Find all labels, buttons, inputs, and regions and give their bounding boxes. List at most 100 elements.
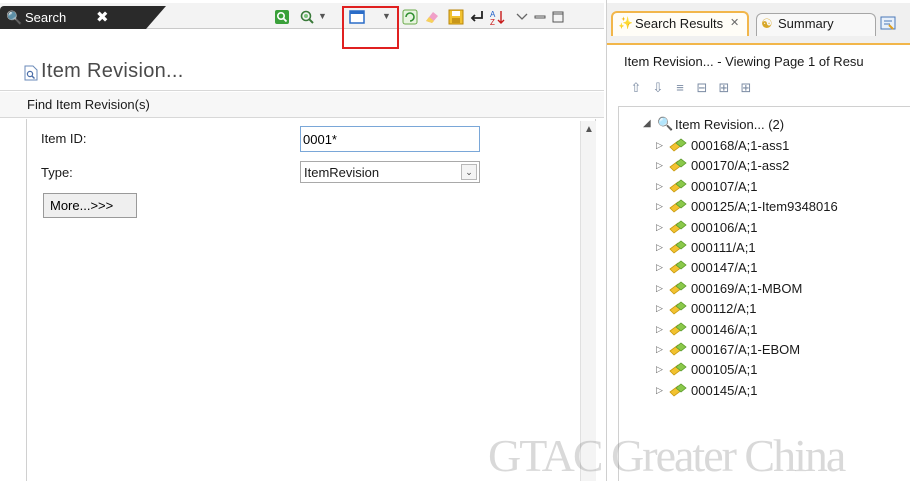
search-options-icon[interactable] [299, 9, 315, 25]
close-icon[interactable]: ✖ [96, 8, 109, 26]
collapsed-arrow-icon[interactable]: ▷ [656, 344, 663, 355]
maximize-icon[interactable] [550, 9, 566, 25]
save-icon[interactable] [448, 9, 464, 25]
viewing-page-text: Item Revision... - Viewing Page 1 of Res… [624, 54, 864, 69]
tree-item[interactable]: ▷ 000170/A;1-ass2 [656, 157, 906, 177]
collapsed-arrow-icon[interactable]: ▷ [656, 364, 663, 375]
collapsed-arrow-icon[interactable]: ▷ [656, 242, 663, 253]
run-search-icon[interactable] [274, 9, 290, 25]
item-revision-icon [669, 138, 687, 152]
tree-root[interactable]: ◢ 🔍 Item Revision... (2) [643, 116, 903, 136]
find-section-header: Find Item Revision(s) [0, 92, 604, 118]
svg-text:Z: Z [490, 18, 495, 25]
item-revision-icon [669, 383, 687, 397]
tree-item-label: 000146/A;1 [691, 321, 758, 337]
toolbar-highlight-box [342, 6, 399, 49]
tree-item[interactable]: ▷ 000146/A;1 [656, 321, 906, 341]
tree-item[interactable]: ▷ 000167/A;1-EBOM [656, 341, 906, 361]
tree-item-label: 000168/A;1-ass1 [691, 138, 790, 153]
chevron-down-icon[interactable]: ⌄ [461, 164, 477, 180]
summary-icon: ☯ [761, 16, 773, 31]
wand-icon: ✨ [618, 16, 633, 30]
collapsed-arrow-icon[interactable]: ▷ [656, 385, 663, 396]
tree-item-label: 000147/A;1 [691, 260, 758, 276]
expand-all-icon[interactable]: ⊞ [739, 81, 753, 95]
item-revision-icon [669, 179, 687, 193]
item-revision-icon [669, 342, 687, 356]
tree-item-label: 000145/A;1 [691, 382, 758, 398]
tree-item[interactable]: ▷ 000147/A;1 [656, 259, 906, 279]
tree-item-label: 000169/A;1-MBOM [691, 280, 803, 296]
watermark: GTAC Greater China [488, 430, 846, 481]
tree-item[interactable]: ▷ 000106/A;1 [656, 219, 906, 239]
enter-icon[interactable] [469, 9, 485, 25]
details-tab-icon[interactable] [880, 15, 896, 31]
chevron-down-icon[interactable]: ▼ [318, 12, 327, 21]
tree-item[interactable]: ▷ 000169/A;1-MBOM [656, 280, 906, 300]
tree-root-label: Item Revision... (2) [675, 117, 785, 132]
view-menu-icon[interactable] [514, 9, 530, 25]
tree-item[interactable]: ▷ 000107/A;1 [656, 178, 906, 198]
search-view: 🔍 Search ✖ ▼ ▼ AZ Item Revision... Find … [0, 0, 604, 481]
tree-item[interactable]: ▷ 000145/A;1 [656, 382, 906, 402]
collapsed-arrow-icon[interactable]: ▷ [656, 160, 663, 171]
search-results-view: ✨ Search Results ✕ ☯ Summary Item Revisi… [606, 0, 910, 481]
search-tab-label: Search [25, 10, 67, 25]
item-revision-search-icon [24, 65, 38, 81]
arrow-up-icon[interactable]: ⇧ [629, 81, 643, 95]
item-revision-icon [669, 220, 687, 234]
item-revision-icon [669, 301, 687, 315]
magnifier-icon: 🔍 [657, 116, 674, 131]
tree-item-label: 000106/A;1 [691, 219, 758, 235]
tab-underline [607, 43, 910, 45]
magnifier-icon: 🔍 [6, 10, 23, 25]
collapsed-arrow-icon[interactable]: ▷ [656, 283, 663, 294]
expand-icon[interactable]: ⊞ [717, 81, 731, 95]
collapsed-arrow-icon[interactable]: ▷ [656, 324, 663, 335]
tree-item-label: 000105/A;1 [691, 362, 758, 378]
results-tab-label: Search Results [635, 16, 724, 31]
scroll-up-icon[interactable]: ▲ [584, 124, 594, 135]
collapsed-arrow-icon[interactable]: ▷ [656, 262, 663, 273]
search-view-tabbar: 🔍 Search ✖ ▼ ▼ AZ [0, 3, 604, 29]
item-revision-icon [669, 199, 687, 213]
collapsed-arrow-icon[interactable]: ▷ [656, 222, 663, 233]
tab-search-results[interactable]: ✨ Search Results ✕ [611, 11, 749, 36]
expanded-arrow-icon[interactable]: ◢ [643, 118, 651, 129]
tree-item[interactable]: ▷ 000168/A;1-ass1 [656, 137, 906, 157]
collapsed-arrow-icon[interactable]: ▷ [656, 140, 663, 151]
close-icon[interactable]: ✕ [730, 16, 739, 29]
form-header: Item Revision... [0, 55, 604, 91]
tree-item[interactable]: ▷ 000111/A;1 [656, 239, 906, 259]
collapsed-arrow-icon[interactable]: ▷ [656, 303, 663, 314]
tree-item-label: 000112/A;1 [691, 301, 757, 317]
tree-item-label: 000170/A;1-ass2 [691, 158, 790, 174]
type-select[interactable]: ItemRevision ⌄ [300, 161, 480, 183]
more-button[interactable]: More...>>> [43, 193, 137, 218]
refresh-icon[interactable] [402, 9, 418, 25]
collapsed-arrow-icon[interactable]: ▷ [656, 181, 663, 192]
tab-summary[interactable]: ☯ Summary [756, 13, 876, 36]
item-revision-icon [669, 240, 687, 254]
search-tab[interactable]: 🔍 Search ✖ [0, 6, 166, 29]
collapsed-arrow-icon[interactable]: ▷ [656, 201, 663, 212]
item-id-label: Item ID: [41, 131, 87, 146]
tree-item-label: 000107/A;1 [691, 178, 758, 194]
find-section-label: Find Item Revision(s) [27, 97, 150, 112]
tree-item[interactable]: ▷ 000112/A;1 [656, 300, 906, 320]
item-revision-icon [669, 260, 687, 274]
filter-icon[interactable]: ≡ [673, 81, 687, 95]
minimize-icon[interactable] [532, 9, 548, 25]
tree-item-label: 000167/A;1-EBOM [691, 342, 801, 357]
form-scrollbar[interactable]: ▲ [580, 121, 596, 481]
item-id-input[interactable] [300, 126, 480, 152]
tree-item-label: 000125/A;1-Item9348016 [691, 199, 838, 215]
tree-item[interactable]: ▷ 000105/A;1 [656, 361, 906, 381]
sort-icon[interactable]: AZ [490, 9, 506, 25]
item-revision-icon [669, 158, 687, 172]
arrow-down-icon[interactable]: ⇩ [651, 81, 665, 95]
clear-icon[interactable] [424, 9, 440, 25]
results-toolbar: ⇧ ⇩ ≡ ⊟ ⊞ ⊞ [629, 81, 829, 99]
tree-item[interactable]: ▷ 000125/A;1-Item9348016 [656, 198, 906, 218]
collapse-all-icon[interactable]: ⊟ [695, 81, 709, 95]
